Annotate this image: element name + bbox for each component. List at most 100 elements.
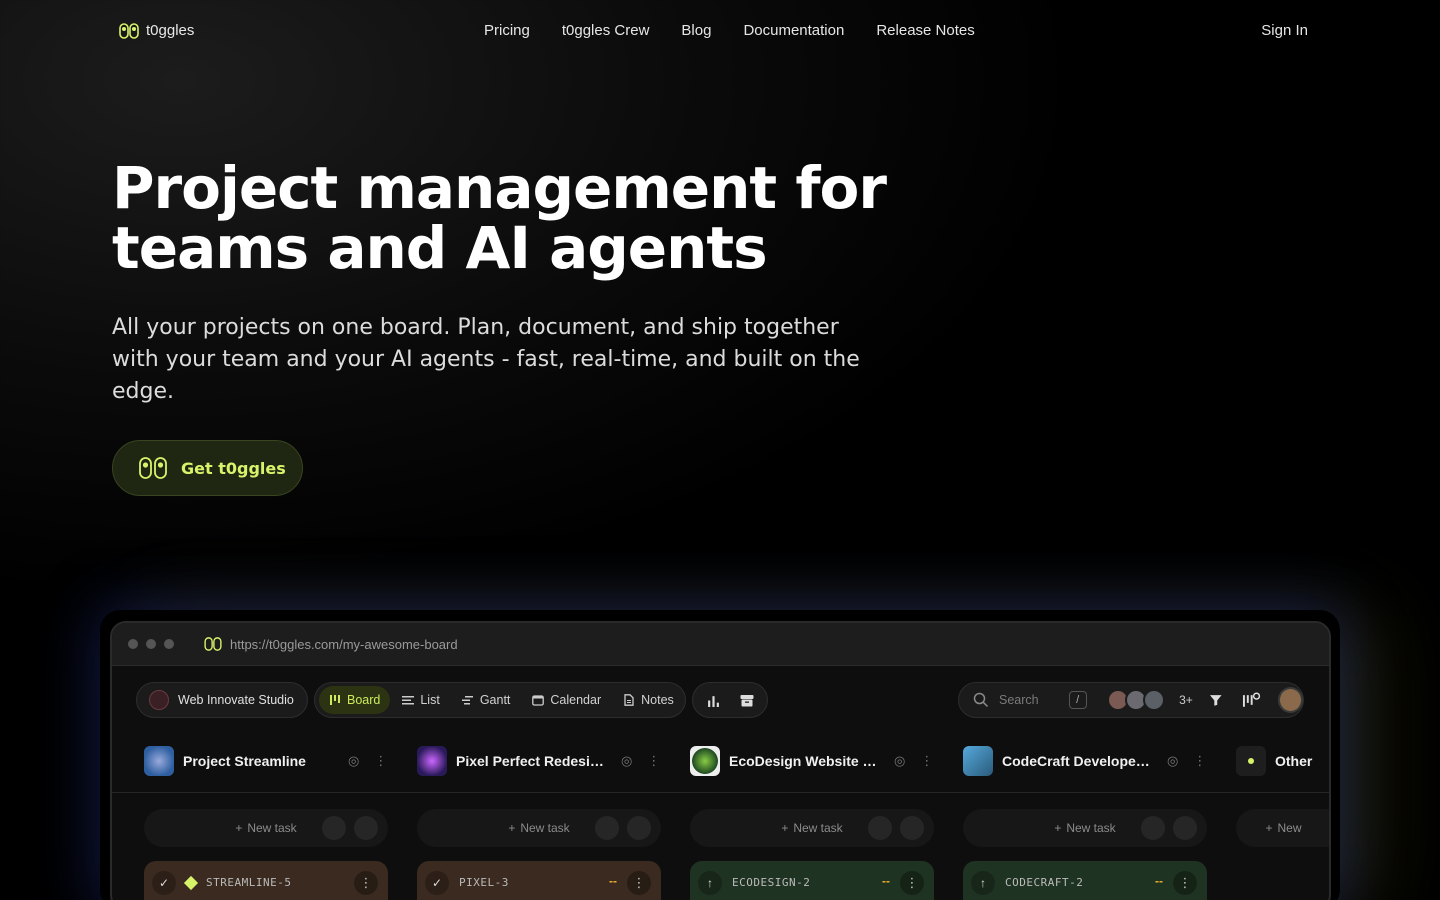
new-task-button[interactable]: + New task [963, 809, 1207, 847]
view-switcher: Board List Gantt Calendar Notes [314, 682, 686, 718]
url-text: https://t0ggles.com/my-awesome-board [230, 636, 458, 652]
priority-indicator: -- [882, 874, 890, 888]
tab-label: Notes [641, 693, 674, 707]
more-icon[interactable]: ⋮ [647, 753, 660, 769]
new-task-label: New task [247, 821, 297, 835]
get-toggles-button[interactable]: Get t0ggles [112, 440, 303, 496]
template-icon[interactable] [595, 816, 619, 840]
template-icon[interactable] [1141, 816, 1165, 840]
card-more-icon[interactable]: ⋮ [900, 871, 924, 895]
new-task-button[interactable]: + New task [690, 809, 934, 847]
plus-icon: + [781, 821, 789, 835]
notes-icon [624, 694, 634, 706]
card-more-icon[interactable]: ⋮ [627, 871, 651, 895]
new-task-actions [868, 816, 924, 840]
new-task-actions [595, 816, 651, 840]
focus-icon[interactable]: ◎ [1167, 753, 1178, 769]
gantt-icon [461, 696, 473, 705]
new-task-button[interactable]: + New task [417, 809, 661, 847]
arrow-up-icon[interactable]: ↑ [971, 871, 995, 895]
more-icon[interactable]: ⋮ [1193, 753, 1206, 769]
tab-label: List [420, 693, 440, 707]
board-toolbar: Web Innovate Studio Board List Gantt Cal… [136, 682, 1305, 718]
member-avatars[interactable] [1107, 689, 1166, 711]
plus-icon: + [235, 821, 243, 835]
sign-in-link[interactable]: Sign In [1261, 22, 1308, 39]
calendar-icon [532, 695, 545, 706]
column-header[interactable]: Other [1236, 745, 1329, 777]
address-bar[interactable]: https://t0ggles.com/my-awesome-board [204, 637, 458, 652]
column-header[interactable]: Project Streamline ◎ ⋮ [144, 745, 387, 777]
project-name: CodeCraft Develope… [1002, 753, 1150, 769]
user-avatar[interactable] [1277, 687, 1303, 713]
nav-link-pricing[interactable]: Pricing [484, 22, 530, 39]
tab-list[interactable]: List [392, 686, 449, 714]
archive-icon[interactable] [740, 694, 754, 707]
app-preview-window: https://t0ggles.com/my-awesome-board Web… [110, 621, 1331, 900]
column-header[interactable]: EcoDesign Website … ◎ ⋮ [690, 745, 933, 777]
tab-calendar[interactable]: Calendar [522, 686, 611, 714]
search-input[interactable]: Search / [973, 691, 1089, 709]
tab-label: Board [347, 693, 381, 707]
tab-label: Calendar [550, 693, 602, 707]
task-id: STREAMLINE-5 [206, 876, 292, 889]
workspace-selector[interactable]: Web Innovate Studio [136, 682, 308, 718]
task-id: ECODESIGN-2 [732, 876, 811, 889]
template-icon[interactable] [868, 816, 892, 840]
task-id: CODECRAFT-2 [1005, 876, 1084, 889]
tab-board[interactable]: Board [319, 686, 391, 714]
nav-link-blog[interactable]: Blog [681, 22, 711, 39]
status-diamond-icon [183, 875, 199, 891]
ai-sparkle-icon[interactable] [900, 816, 924, 840]
search-placeholder: Search [999, 693, 1039, 707]
project-name: Pixel Perfect Redesi… [456, 753, 604, 769]
workspace-avatar [149, 690, 169, 710]
extra-actions [692, 682, 768, 718]
hero-subtitle: All your projects on one board. Plan, do… [112, 315, 860, 404]
task-card[interactable]: ↑ CODECRAFT-2 -- ⋮ [963, 861, 1207, 900]
ai-sparkle-icon[interactable] [354, 816, 378, 840]
more-icon[interactable]: ⋮ [920, 753, 933, 769]
header-divider [112, 792, 1329, 793]
focus-icon[interactable]: ◎ [894, 753, 905, 769]
logo[interactable]: t0ggles [119, 22, 194, 39]
top-nav: t0ggles Pricing t0ggles Crew Blog Docume… [0, 0, 1440, 64]
focus-icon[interactable]: ◎ [621, 753, 632, 769]
done-check-icon[interactable]: ✓ [152, 871, 176, 895]
board-icon [330, 695, 340, 705]
nav-link-documentation[interactable]: Documentation [743, 22, 844, 39]
done-check-icon[interactable]: ✓ [425, 871, 449, 895]
filter-icon[interactable] [1209, 693, 1223, 707]
column-header[interactable]: CodeCraft Develope… ◎ ⋮ [963, 745, 1206, 777]
hero-title: Project management for teams and AI agen… [112, 154, 887, 282]
new-task-button[interactable]: + New task [144, 809, 388, 847]
eyes-logo-icon [119, 22, 139, 39]
nav-link-crew[interactable]: t0ggles Crew [562, 22, 650, 39]
ai-sparkle-icon[interactable] [1173, 816, 1197, 840]
template-icon[interactable] [322, 816, 346, 840]
card-more-icon[interactable]: ⋮ [354, 871, 378, 895]
card-more-icon[interactable]: ⋮ [1173, 871, 1197, 895]
tab-label: Gantt [479, 693, 511, 707]
nav-links: Pricing t0ggles Crew Blog Documentation … [484, 22, 975, 39]
board-settings-icon[interactable] [1242, 692, 1261, 708]
more-icon[interactable]: ⋮ [374, 753, 387, 769]
new-task-button[interactable]: + New [1236, 809, 1329, 847]
stats-icon[interactable] [707, 694, 720, 707]
tab-gantt[interactable]: Gantt [452, 686, 521, 714]
search-and-members: Search / 3+ [958, 682, 1304, 718]
focus-icon[interactable]: ◎ [348, 753, 359, 769]
tab-notes[interactable]: Notes [613, 686, 684, 714]
window-dot [128, 639, 138, 649]
ai-sparkle-icon[interactable] [627, 816, 651, 840]
task-card[interactable]: ✓ STREAMLINE-5 ⋮ [144, 861, 388, 900]
eyes-logo-icon [139, 457, 167, 479]
task-card[interactable]: ✓ PIXEL-3 -- ⋮ [417, 861, 661, 900]
column-header[interactable]: Pixel Perfect Redesi… ◎ ⋮ [417, 745, 660, 777]
task-card[interactable]: ↑ ECODESIGN-2 -- ⋮ [690, 861, 934, 900]
arrow-up-icon[interactable]: ↑ [698, 871, 722, 895]
nav-link-release-notes[interactable]: Release Notes [876, 22, 974, 39]
plus-icon: + [1054, 821, 1062, 835]
plus-icon: + [1265, 821, 1273, 835]
window-dot [164, 639, 174, 649]
